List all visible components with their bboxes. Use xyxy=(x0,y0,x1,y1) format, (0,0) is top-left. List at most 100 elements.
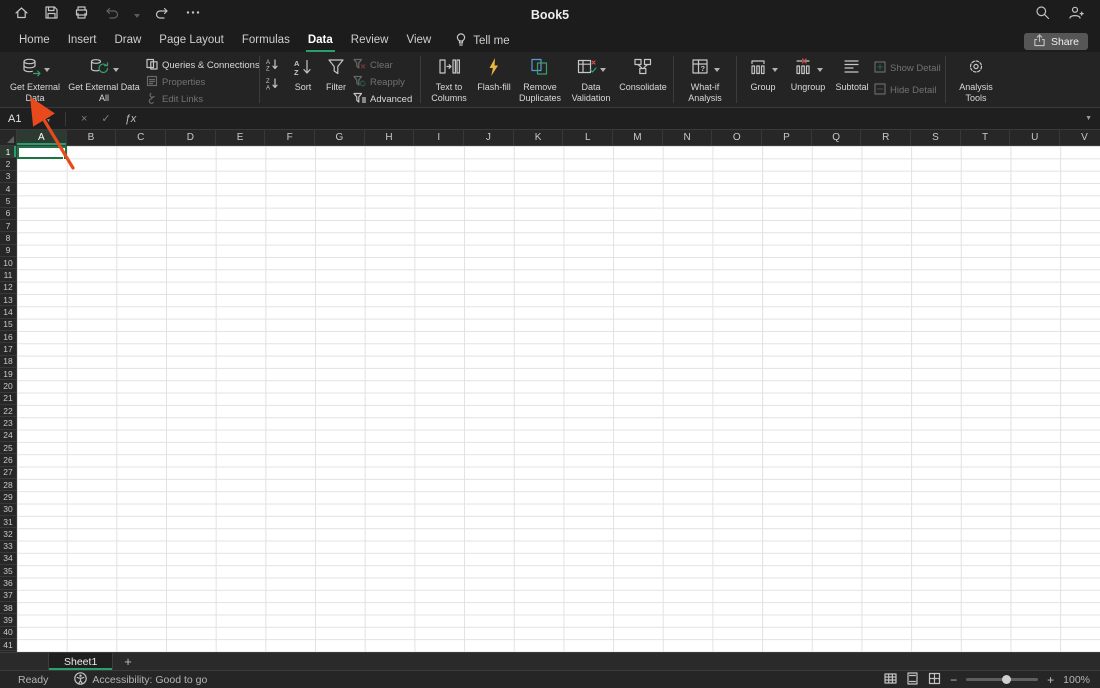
page-break-view-icon[interactable] xyxy=(928,672,941,688)
search-icon[interactable] xyxy=(1035,5,1050,25)
spreadsheet-grid[interactable] xyxy=(17,146,1100,652)
column-header-O[interactable]: O xyxy=(712,130,763,145)
row-header-38[interactable]: 38 xyxy=(0,602,16,615)
column-header-E[interactable]: E xyxy=(216,130,266,145)
tab-insert[interactable]: Insert xyxy=(66,30,99,52)
refresh-all-button[interactable]: Get External Data All xyxy=(64,56,144,103)
save-icon[interactable] xyxy=(44,5,59,25)
page-layout-view-icon[interactable] xyxy=(906,671,919,688)
tab-review[interactable]: Review xyxy=(349,30,391,52)
what-if-analysis-button[interactable]: ? What-if Analysis xyxy=(679,56,731,103)
accessibility-status[interactable]: Accessibility: Good to go xyxy=(74,671,207,688)
row-header-40[interactable]: 40 xyxy=(0,627,16,640)
row-header-34[interactable]: 34 xyxy=(0,553,16,566)
column-header-T[interactable]: T xyxy=(961,130,1011,145)
sort-button[interactable]: AZ Sort xyxy=(287,56,319,93)
row-header-18[interactable]: 18 xyxy=(0,356,16,368)
row-header-2[interactable]: 2 xyxy=(0,158,16,171)
column-header-K[interactable]: K xyxy=(514,130,564,145)
tab-draw[interactable]: Draw xyxy=(112,30,143,52)
row-header-12[interactable]: 12 xyxy=(0,282,16,294)
row-header-7[interactable]: 7 xyxy=(0,220,16,233)
share-button[interactable]: Share xyxy=(1023,33,1088,50)
row-header-6[interactable]: 6 xyxy=(0,208,16,220)
print-icon[interactable] xyxy=(74,5,89,25)
row-header-24[interactable]: 24 xyxy=(0,430,16,442)
tell-me-button[interactable]: Tell me xyxy=(454,30,510,52)
name-box[interactable]: A1 xyxy=(0,113,46,125)
row-header-21[interactable]: 21 xyxy=(0,393,16,405)
tab-data[interactable]: Data xyxy=(305,30,335,52)
row-header-37[interactable]: 37 xyxy=(0,590,16,603)
column-header-A[interactable]: A xyxy=(17,130,67,145)
row-header-16[interactable]: 16 xyxy=(0,331,16,344)
column-header-M[interactable]: M xyxy=(613,130,663,145)
zoom-level[interactable]: 100% xyxy=(1063,674,1090,686)
row-header-28[interactable]: 28 xyxy=(0,479,16,492)
account-icon[interactable] xyxy=(1068,5,1084,25)
column-header-R[interactable]: R xyxy=(861,130,912,145)
row-header-30[interactable]: 30 xyxy=(0,504,16,516)
ungroup-button[interactable]: Ungroup xyxy=(786,56,830,93)
row-header-5[interactable]: 5 xyxy=(0,195,16,208)
column-header-U[interactable]: U xyxy=(1010,130,1061,145)
consolidate-button[interactable]: Consolidate xyxy=(618,56,668,93)
row-header-22[interactable]: 22 xyxy=(0,405,16,418)
advanced-filter-button[interactable]: Advanced xyxy=(353,92,415,106)
column-header-Q[interactable]: Q xyxy=(812,130,862,145)
row-header-23[interactable]: 23 xyxy=(0,417,16,430)
fill-handle[interactable] xyxy=(63,155,68,160)
text-to-columns-button[interactable]: Text to Columns xyxy=(426,56,472,103)
row-header-4[interactable]: 4 xyxy=(0,183,16,196)
row-header-3[interactable]: 3 xyxy=(0,171,16,183)
row-header-8[interactable]: 8 xyxy=(0,232,16,245)
row-header-19[interactable]: 19 xyxy=(0,368,16,381)
column-header-F[interactable]: F xyxy=(265,130,316,145)
row-header-13[interactable]: 13 xyxy=(0,294,16,307)
flash-fill-button[interactable]: Flash-fill xyxy=(474,56,514,93)
row-header-9[interactable]: 9 xyxy=(0,245,16,257)
column-header-G[interactable]: G xyxy=(315,130,365,145)
column-header-C[interactable]: C xyxy=(116,130,167,145)
row-header-36[interactable]: 36 xyxy=(0,577,16,590)
column-header-S[interactable]: S xyxy=(911,130,961,145)
data-validation-button[interactable]: Data Validation xyxy=(566,56,616,103)
row-header-32[interactable]: 32 xyxy=(0,528,16,541)
row-header-11[interactable]: 11 xyxy=(0,269,16,282)
row-header-1[interactable]: 1 xyxy=(0,146,16,159)
column-header-I[interactable]: I xyxy=(414,130,465,145)
tab-formulas[interactable]: Formulas xyxy=(240,30,292,52)
row-header-41[interactable]: 41 xyxy=(0,639,16,652)
tab-home[interactable]: Home xyxy=(17,30,52,52)
analysis-tools-button[interactable]: Analysis Tools xyxy=(951,56,1001,103)
column-header-L[interactable]: L xyxy=(563,130,614,145)
select-all-corner[interactable] xyxy=(0,130,17,146)
column-header-D[interactable]: D xyxy=(166,130,216,145)
filter-button[interactable]: Filter xyxy=(321,56,351,93)
group-button[interactable]: Group xyxy=(742,56,784,93)
add-sheet-button[interactable]: + xyxy=(124,653,132,670)
row-header-27[interactable]: 27 xyxy=(0,467,16,479)
column-header-N[interactable]: N xyxy=(663,130,713,145)
row-header-26[interactable]: 26 xyxy=(0,454,16,467)
column-header-V[interactable]: V xyxy=(1060,130,1100,145)
zoom-slider[interactable] xyxy=(966,675,1039,684)
row-header-14[interactable]: 14 xyxy=(0,306,16,319)
get-external-data-button[interactable]: Get External Data xyxy=(8,56,62,103)
normal-view-icon[interactable] xyxy=(884,672,897,688)
sort-ascending-button[interactable]: AZ xyxy=(265,58,285,72)
formula-input[interactable] xyxy=(143,108,1078,129)
row-header-39[interactable]: 39 xyxy=(0,614,16,627)
row-header-20[interactable]: 20 xyxy=(0,380,16,393)
subtotal-button[interactable]: Subtotal xyxy=(832,56,872,93)
more-icon[interactable] xyxy=(185,5,201,25)
row-header-17[interactable]: 17 xyxy=(0,343,16,356)
row-header-35[interactable]: 35 xyxy=(0,565,16,578)
insert-function-icon[interactable]: ƒx xyxy=(125,113,137,125)
remove-duplicates-button[interactable]: Remove Duplicates xyxy=(516,56,564,103)
zoom-out-button[interactable]: − xyxy=(950,673,957,687)
tab-view[interactable]: View xyxy=(404,30,433,52)
name-box-spinner[interactable]: ▲ ▼ xyxy=(46,113,51,124)
formula-bar-expand-icon[interactable]: ▼ xyxy=(1085,115,1092,122)
zoom-slider-knob[interactable] xyxy=(1002,675,1012,684)
